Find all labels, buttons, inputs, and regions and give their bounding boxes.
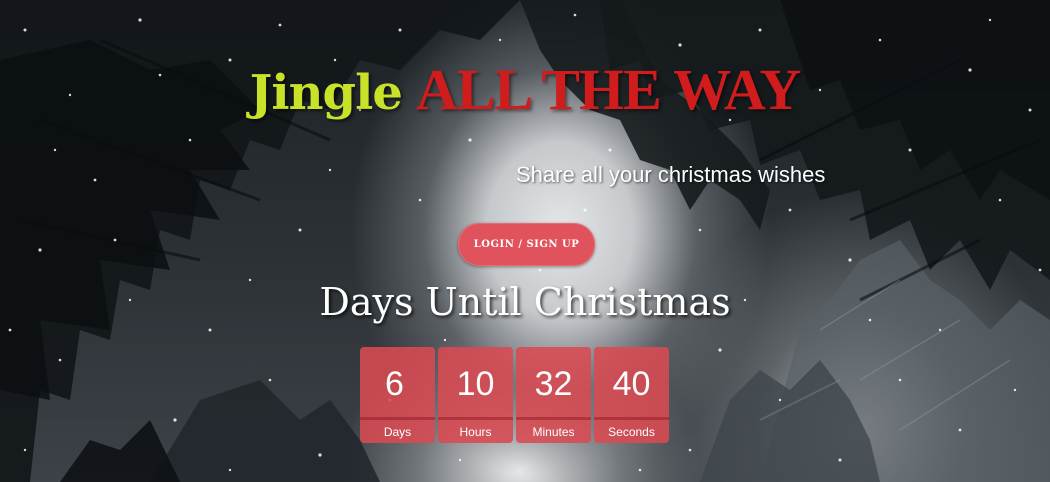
minutes-value: 32	[534, 365, 573, 403]
hero-section: Jingle ALL THE WAY Share all your christm…	[0, 0, 1050, 482]
countdown-days: 6 Days	[360, 347, 435, 443]
countdown-timer: 6 Days 10 Hours 32 Minutes 40 Seconds	[360, 347, 669, 443]
login-signup-button[interactable]: LOGIN / SIGN UP	[458, 223, 595, 266]
hours-label: Hours	[459, 425, 492, 439]
site-title: Jingle ALL THE WAY	[0, 56, 1050, 123]
seconds-label: Seconds	[608, 425, 655, 439]
title-all-the-way: ALL THE WAY	[415, 57, 801, 122]
countdown-heading: Days Until Christmas	[319, 280, 731, 324]
seconds-value: 40	[612, 365, 651, 403]
hours-value: 10	[456, 365, 495, 403]
title-jingle: Jingle	[249, 65, 403, 121]
divider	[594, 417, 669, 420]
countdown-seconds: 40 Seconds	[594, 347, 669, 443]
divider	[360, 417, 435, 420]
minutes-label: Minutes	[532, 425, 575, 439]
days-value: 6	[385, 365, 404, 403]
days-label: Days	[383, 425, 412, 439]
countdown-minutes: 32 Minutes	[516, 347, 591, 443]
divider	[438, 417, 513, 420]
divider	[516, 417, 591, 420]
tagline: Share all your christmas wishes	[516, 162, 826, 187]
countdown-hours: 10 Hours	[438, 347, 513, 443]
